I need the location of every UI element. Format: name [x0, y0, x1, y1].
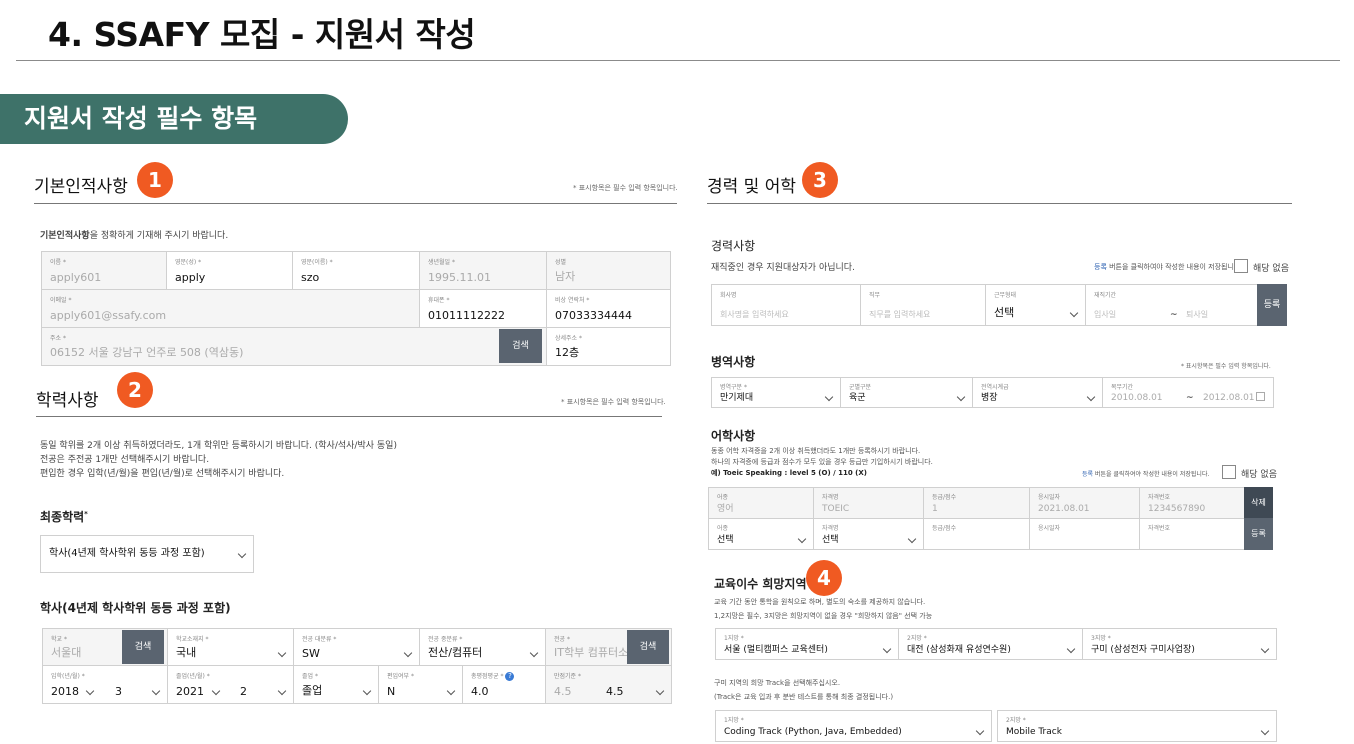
experience-na-label: 해당 없음	[1253, 264, 1289, 274]
final-education-select[interactable]: 학사(4년제 학사학위 동등 과정 포함)	[40, 535, 254, 573]
basic-desc: 기본인적사항을 정확하게 기재해 주시기 바랍니다.	[40, 231, 229, 241]
step-badge-4: 4	[806, 560, 842, 596]
name-field[interactable]: 이름 * apply601	[41, 251, 167, 290]
military-title: 병역사항	[711, 355, 756, 369]
gpa-field[interactable]: 총평점평균 * ? 4.0	[462, 665, 546, 704]
slide-title: 4. SSAFY 모집 - 지원서 작성	[48, 15, 476, 54]
step-badge-3: 3	[802, 162, 838, 198]
duty-input[interactable]: 직무 직무를 입력하세요	[860, 284, 986, 326]
work-type-select[interactable]: 근무형태 선택	[985, 284, 1086, 326]
step-badge-1: 1	[137, 162, 173, 198]
certificate-name-field: 자격명 TOEIC	[813, 487, 924, 519]
required-note: * 표시항목은 필수 입력 항목입니다.	[1181, 363, 1271, 370]
register-hint: 등록 버튼을 클릭하여야 작성한 내용이 저장됩니다.	[1094, 263, 1243, 271]
final-education-label: 최종학력*	[40, 510, 88, 524]
email-field: 이메일 * apply601@ssafy.com	[41, 289, 420, 328]
language-type-select[interactable]: 어종 선택	[708, 518, 814, 550]
education-rule	[36, 416, 662, 417]
phone-field[interactable]: 휴대폰 * 01011112222	[419, 289, 547, 328]
certificate-number-input[interactable]: 자격번호	[1139, 518, 1245, 550]
test-date-field: 응시일자 2021.08.01	[1029, 487, 1140, 519]
emergency-contact-field[interactable]: 비상 연락처 * 07033334444	[546, 289, 671, 328]
test-date-input[interactable]: 응시일자	[1029, 518, 1140, 550]
military-service-period[interactable]: 복무기간 2010.08.01 ~2012.08.01	[1102, 377, 1274, 408]
track-notes: 구미 지역의 희망 Track을 선택해주십시오. (Track은 교육 입과 후…	[714, 679, 894, 701]
info-icon[interactable]: ?	[505, 672, 515, 681]
gpa-scale-select[interactable]: 만점기준 * 4.5 4.5	[545, 665, 672, 704]
address-detail-field[interactable]: 상세주소 * 12층	[546, 327, 671, 366]
track-choice-1-select[interactable]: 1지망 * Coding Track (Python, Java, Embedde…	[715, 710, 992, 742]
certificate-number-field: 자격번호 1234567890	[1139, 487, 1245, 519]
language-title: 어학사항	[711, 429, 756, 443]
calendar-icon[interactable]	[1256, 392, 1265, 401]
region-notes: 교육 기간 동안 통학을 원칙으로 하며, 별도의 숙소를 제공하지 않습니다.…	[714, 598, 933, 620]
required-note: * 표시항목은 필수 입력 항목입니다.	[561, 398, 666, 406]
region-choice-1-select[interactable]: 1지망 * 서울 (멀티캠퍼스 교육센터)	[715, 628, 899, 660]
experience-title: 경력사항	[711, 239, 756, 253]
company-name-input[interactable]: 회사명 회사명을 입력하세요	[711, 284, 861, 326]
career-rule	[707, 203, 1292, 204]
address-search-button[interactable]: 검색	[499, 329, 542, 363]
basic-rule	[34, 203, 677, 204]
gender-field: 성별 남자	[546, 251, 671, 290]
english-lastname-field[interactable]: 영문(성) * apply	[166, 251, 293, 290]
birthdate-field: 생년월일 * 1995.11.01	[419, 251, 547, 290]
admission-date-select[interactable]: 입학(년/월) * 2018 3	[42, 665, 168, 704]
language-notes: 동종 어학 자격증을 2개 이상 취득했더라도 1개만 등록하시기 바랍니다. 하…	[711, 447, 933, 477]
grade-score-input[interactable]: 등급/점수	[923, 518, 1030, 550]
step-badge-2: 2	[117, 372, 153, 408]
degree-title: 학사(4년제 학사학위 동등 과정 포함)	[40, 601, 231, 615]
experience-na-checkbox[interactable]	[1234, 259, 1248, 273]
military-rank-select[interactable]: 전역시계급 병장	[972, 377, 1103, 408]
major-search-button[interactable]: 검색	[627, 630, 669, 664]
region-choice-2-select[interactable]: 2지망 * 대전 (삼성화재 유성연수원)	[898, 628, 1083, 660]
military-branch-select[interactable]: 군별구분 육군	[840, 377, 973, 408]
career-title: 경력 및 어학	[707, 177, 797, 197]
certificate-name-select[interactable]: 자격명 선택	[813, 518, 924, 550]
major-category-select[interactable]: 전공 대분류 * SW	[293, 628, 420, 666]
education-title: 학력사항	[36, 391, 99, 411]
major-subcategory-select[interactable]: 전공 중분류 * 전산/컴퓨터	[419, 628, 546, 666]
language-na-label: 해당 없음	[1241, 470, 1277, 480]
language-delete-button[interactable]: 삭제	[1244, 487, 1273, 519]
track-choice-2-select[interactable]: 2지망 * Mobile Track	[997, 710, 1277, 742]
region-title: 교육이수 희망지역	[714, 577, 807, 591]
education-notes: 동일 학위를 2개 이상 취득하였더라도, 1개 학위만 등록하시기 바랍니다.…	[40, 441, 397, 479]
language-na-checkbox[interactable]	[1222, 465, 1236, 479]
language-register-hint: 등록 버튼을 클릭하여야 작성한 내용이 저장됩니다.	[1082, 471, 1210, 478]
grade-score-field: 등급/점수 1	[923, 487, 1030, 519]
region-choice-3-select[interactable]: 3지망 * 구미 (삼성전자 구미사업장)	[1082, 628, 1277, 660]
experience-note: 재직중인 경우 지원대상자가 아닙니다.	[711, 263, 855, 273]
required-note: * 표시항목은 필수 입력 항목입니다.	[573, 184, 678, 192]
graduation-date-select[interactable]: 졸업(년/월) * 2021 2	[167, 665, 294, 704]
military-type-select[interactable]: 병역구분 * 만기제대	[711, 377, 841, 408]
english-firstname-field[interactable]: 영문(이름) * szo	[292, 251, 420, 290]
section-banner: 지원서 작성 필수 항목	[0, 94, 348, 144]
language-type-field: 어종 영어	[708, 487, 814, 519]
transfer-select[interactable]: 편입여부 * N	[378, 665, 463, 704]
graduation-status-select[interactable]: 졸업 * 졸업	[293, 665, 379, 704]
language-register-button[interactable]: 등록	[1244, 518, 1273, 550]
school-location-select[interactable]: 학교소재지 * 국내	[167, 628, 294, 666]
address-field: 주소 * 06152 서울 강남구 언주로 508 (역삼동)	[41, 327, 547, 366]
employment-period-field[interactable]: 재직기간 입사일 ~ 퇴사일	[1085, 284, 1258, 326]
title-divider	[16, 60, 1340, 61]
school-search-button[interactable]: 검색	[122, 630, 164, 664]
experience-register-button[interactable]: 등록	[1257, 284, 1287, 326]
basic-info-title: 기본인적사항	[34, 177, 128, 197]
